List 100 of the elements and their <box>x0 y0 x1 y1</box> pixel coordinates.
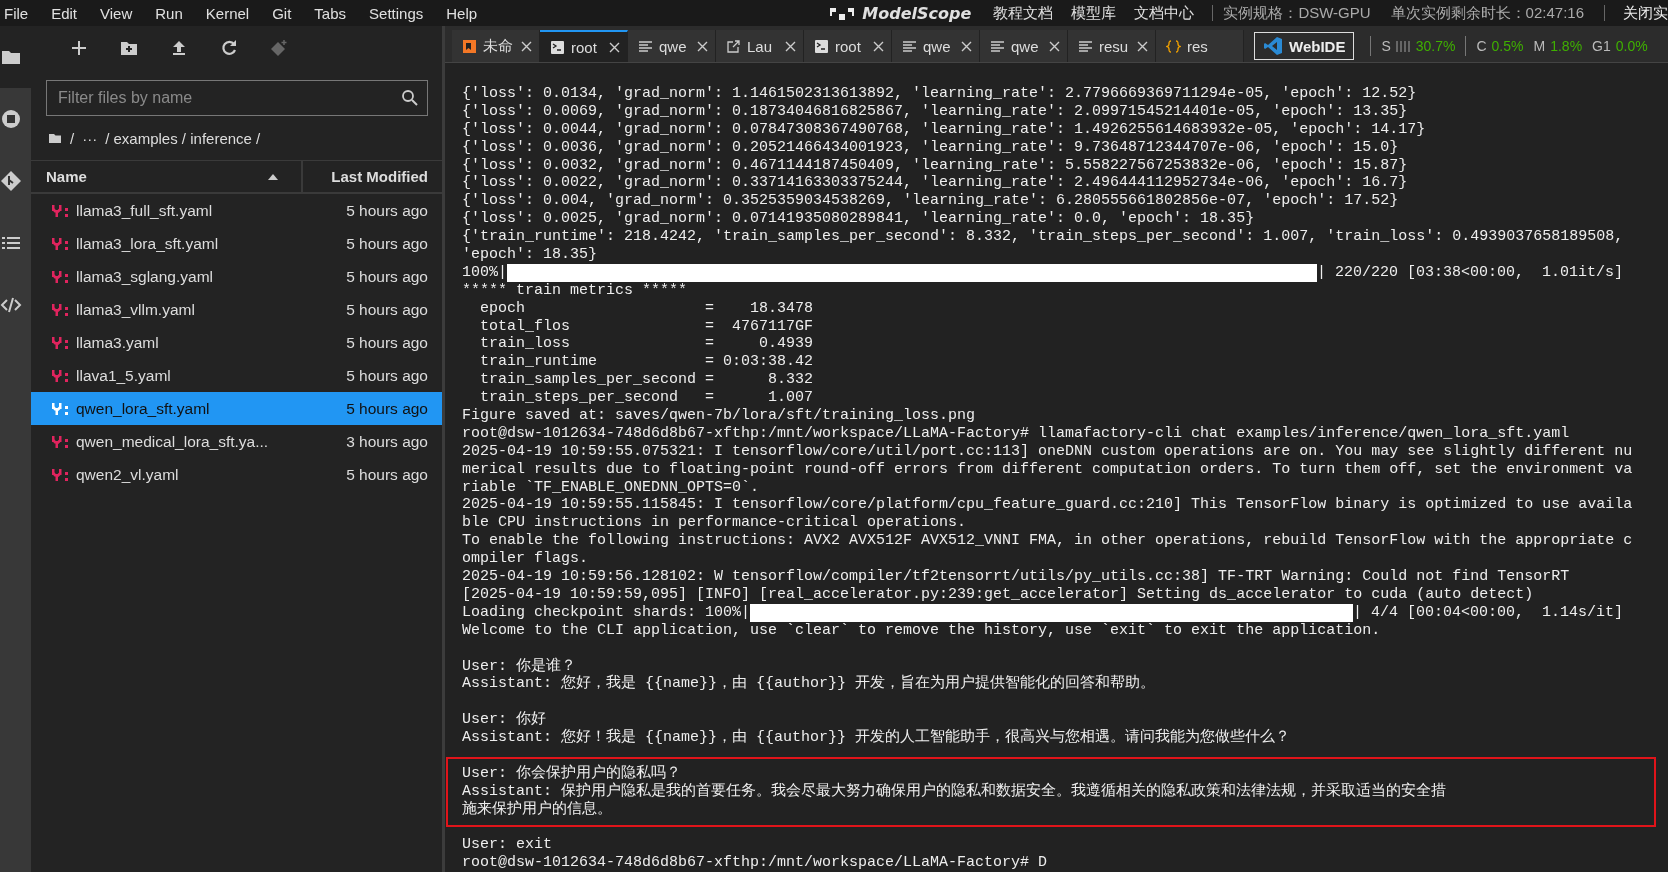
editor-tab[interactable]: root <box>804 30 892 62</box>
close-button[interactable] <box>960 39 973 53</box>
json-file-icon <box>1166 38 1181 54</box>
close-button[interactable] <box>1136 39 1149 53</box>
tab-label: root <box>571 38 598 56</box>
editor-tab[interactable]: Lau <box>716 30 804 62</box>
close-button[interactable] <box>1048 39 1061 53</box>
terminal-line: Assistant: 您好，我是 {{name}}，由 {{author}} 开发，旨在为用户提供智能化的回答和帮助。 <box>462 675 1157 694</box>
tab-label: Lau <box>747 37 774 55</box>
menu-item[interactable]: Kernel <box>201 4 260 22</box>
terminal-line: 2025-04-19 10:59:56.128102: W tensorflow/compiler/tf2tensorrt/utils/py_utils.cc:38] TF-TRT Warning: Could not find TensorRT <box>462 568 1571 586</box>
editor-tab[interactable]: qwe <box>628 30 716 62</box>
terminal-line: {'loss': 0.004, 'grad_norm': 0.3525359034538269, 'learning_rate': 6.280555661802856e-07, 'epoch': 17.52} <box>462 192 1400 211</box>
terminal-line: {'loss': 0.0036, 'grad_norm': 0.20521466434001923, 'learning_rate': 9.73648712344707e-06, 'epoch': 15.0} <box>462 138 1400 157</box>
editor-tab[interactable]: 未命 <box>452 30 540 62</box>
breadcrumb-link[interactable]: / examples / inference / <box>105 129 261 147</box>
close-button[interactable] <box>696 39 709 53</box>
plus-button[interactable] <box>69 38 89 58</box>
menu-item[interactable]: View <box>96 4 143 22</box>
file-row[interactable]: llama3_full_sft.yaml 5 hours ago <box>31 194 442 227</box>
editor-tab[interactable]: res <box>1156 30 1244 62</box>
terminal-line: Welcome to the CLI application, use `clear` to remove the history, use `exit` to exit the application. <box>462 621 1382 640</box>
modified-time: 5 hours ago <box>346 366 428 385</box>
tab-label: 未命 <box>483 36 514 56</box>
file-row[interactable]: llava1_5.yaml 5 hours ago <box>31 359 442 392</box>
terminal-line: train_steps_per_second = 1.007 <box>479 389 815 408</box>
menu-item[interactable]: Settings <box>365 4 434 22</box>
terminal-line: 2025-04-19 10:59:55.115845: I tensorflow/core/platform/cpu_feature_guard.cc:210] This TensorFlow binary is optimized to use availa <box>462 496 1634 515</box>
file-row[interactable]: qwen_medical_lora_sft.ya... 3 hours ago <box>31 425 442 458</box>
menu-item[interactable]: Run <box>151 4 193 22</box>
terminal-line: {'loss': 0.0134, 'grad_norm': 1.1461502313613892, 'learning_rate': 2.7796669369711294e-05, 'epoch': 12.52} <box>462 85 1418 103</box>
close-instance-button[interactable]: 关闭实 <box>1615 3 1668 23</box>
file-name: llama3_sglang.yaml <box>76 267 214 286</box>
nav-link[interactable]: 模型库 <box>1071 3 1117 23</box>
column-header[interactable]: Last Modified <box>303 168 442 185</box>
metric-value: 0.5% <box>1491 38 1524 54</box>
modified-time: 5 hours ago <box>346 465 428 484</box>
terminal-line: 'epoch': 18.35} <box>462 246 599 264</box>
metric-label: M <box>1533 38 1546 54</box>
menu-item[interactable]: Edit <box>47 4 88 22</box>
terminal-line: root@dsw-1012634-748d6d8b67-xfthp:/mnt/workspace/LLaMA-Factory# D <box>462 854 1049 872</box>
file-row[interactable]: llama3_vllm.yaml 5 hours ago <box>31 293 442 326</box>
editor-tab[interactable]: root <box>540 30 628 62</box>
metric-value: 1.8% <box>1550 38 1583 54</box>
terminal-text: 100%| <box>462 263 507 282</box>
modified-time: 5 hours ago <box>346 399 428 418</box>
close-icon <box>872 39 885 53</box>
git-clone-icon <box>269 38 289 58</box>
breadcrumb-link[interactable]: ··· <box>82 129 98 147</box>
close-button[interactable] <box>520 39 533 53</box>
refresh-button[interactable] <box>219 38 239 58</box>
terminal-line: Assistant: 保护用户隐私是我的首要任务。我会尽最大努力确保用户的隐私和数据安全。我遵循相关的隐私政策和法律法规，并采取适当的安全措 <box>462 782 1448 800</box>
code-editor-icon <box>1263 36 1283 56</box>
terminal-line: {'loss': 0.0069, 'grad_norm': 0.18734046816825867, 'learning_rate': 2.09971545214401e-05, 'epoch': 13.35} <box>462 102 1409 121</box>
menu-item[interactable]: File <box>0 4 39 22</box>
menu-item[interactable]: Help <box>442 4 488 22</box>
file-row[interactable]: llama3_lora_sft.yaml 5 hours ago <box>31 227 442 260</box>
plus-icon <box>69 38 89 58</box>
menu-item[interactable]: Tabs <box>310 4 357 22</box>
file-row[interactable]: qwen_lora_sft.yaml 5 hours ago <box>31 392 442 425</box>
tab-label: qwe <box>1011 37 1040 55</box>
modified-time: 5 hours ago <box>346 267 428 286</box>
nav-link[interactable]: 教程文档 <box>993 3 1054 23</box>
file-name: qwen2_vl.yaml <box>76 465 180 484</box>
close-button[interactable] <box>784 39 797 53</box>
notebook-icon <box>462 38 477 54</box>
external-link-icon <box>726 38 741 54</box>
file-row[interactable]: llama3_sglang.yaml 5 hours ago <box>31 260 442 293</box>
tab-label: resu <box>1099 37 1130 55</box>
terminal-line: User: 你会保护用户的隐私吗？ <box>462 764 682 782</box>
terminal-line: User: 你是谁？ <box>462 657 577 675</box>
column-header[interactable]: Name <box>31 161 303 192</box>
instance-spec: 实例规格：DSW-GPU <box>1223 3 1371 23</box>
filter-field[interactable]: Filter files by name <box>46 80 428 116</box>
brand-name[interactable]: ModelScope <box>862 3 972 23</box>
editor-tab[interactable]: qwe <box>892 30 980 62</box>
sidebar-tab[interactable] <box>0 26 31 88</box>
file-name: llama3_full_sft.yaml <box>76 201 214 220</box>
close-icon <box>784 39 797 53</box>
terminal-text: | 220/220 [03:38<00:00, 1.01it/s] <box>1317 263 1624 282</box>
menu-item[interactable]: Git <box>268 4 302 22</box>
close-button[interactable] <box>872 39 885 53</box>
file-row[interactable]: qwen2_vl.yaml 5 hours ago <box>31 458 442 491</box>
webide-button[interactable]: WebIDE <box>1254 32 1355 60</box>
nav-link[interactable]: 文档中心 <box>1134 3 1195 23</box>
file-name: qwen_medical_lora_sft.ya... <box>76 432 270 451</box>
column-label: Name <box>46 168 87 185</box>
tab-label: res <box>1187 37 1209 55</box>
terminal-line: [2025-04-19 10:59:59,095] [INFO] [real_accelerator.py:239:get_accelerator] Setting ds_accelerator to cuda (auto detect) <box>462 585 1535 604</box>
file-row[interactable]: llama3.yaml 5 hours ago <box>31 326 442 359</box>
close-button[interactable] <box>608 40 621 54</box>
editor-tab[interactable]: qwe <box>980 30 1068 62</box>
modified-time: 3 hours ago <box>346 432 428 451</box>
breadcrumb-link[interactable]: / <box>70 129 75 147</box>
terminal-line: 2025-04-19 10:59:55.075321: I tensorflow/core/util/port.cc:113] oneDNN custom operations are on. You may see slightly different nu <box>462 442 1634 461</box>
terminal-line: riable `TF_ENABLE_ONEDNN_OPTS=0`. <box>462 478 761 497</box>
terminal-line: epoch = 18.3478 <box>479 299 815 318</box>
close-icon <box>1048 39 1061 53</box>
search-icon <box>401 89 418 106</box>
editor-tab[interactable]: resu <box>1068 30 1156 62</box>
